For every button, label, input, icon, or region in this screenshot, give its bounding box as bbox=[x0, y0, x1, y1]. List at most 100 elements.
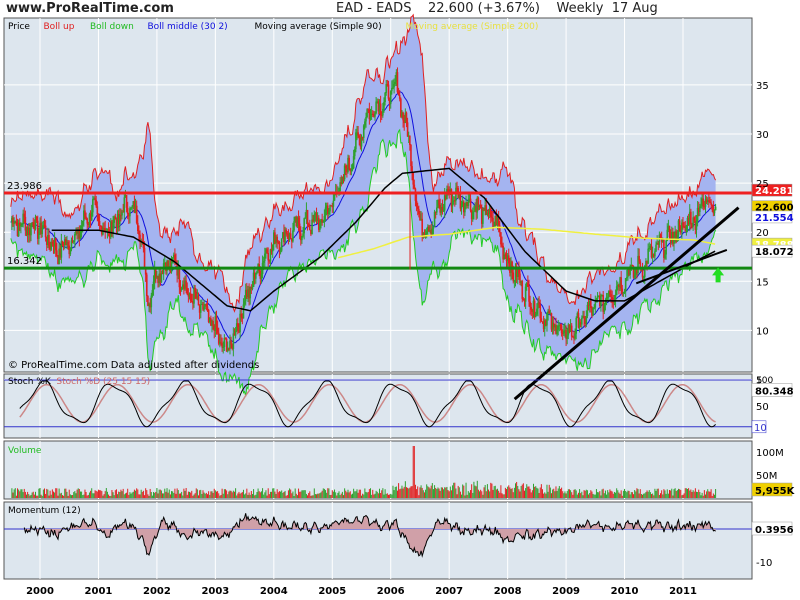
candle-body bbox=[138, 231, 140, 235]
candle-body bbox=[72, 240, 75, 243]
candle-body bbox=[150, 295, 153, 308]
candle-body bbox=[84, 210, 86, 217]
candle-body bbox=[199, 304, 202, 313]
candle-body bbox=[412, 173, 415, 185]
candle-body bbox=[441, 207, 444, 211]
candle-body bbox=[234, 330, 237, 336]
candle-body bbox=[473, 211, 475, 213]
candle-body bbox=[94, 198, 96, 200]
candle-body bbox=[357, 132, 359, 136]
candle-body bbox=[41, 227, 44, 235]
candle-body bbox=[129, 208, 131, 217]
candle-body bbox=[332, 200, 335, 207]
candle-body bbox=[500, 232, 502, 245]
candle-body bbox=[216, 328, 219, 333]
candle-body bbox=[392, 87, 394, 89]
candle-body bbox=[256, 271, 258, 273]
candle-body bbox=[436, 207, 438, 213]
candle-body bbox=[713, 210, 716, 214]
candle-body bbox=[112, 222, 114, 234]
candle-body bbox=[594, 302, 597, 308]
stoch-legend-item: Stoch %K bbox=[8, 377, 52, 387]
candle-body bbox=[358, 135, 361, 138]
candle-body bbox=[255, 272, 257, 279]
candle-body bbox=[425, 231, 428, 235]
candle-body bbox=[323, 215, 326, 222]
price-chart[interactable]: Price Boll up Boll down Boll middle (30 2) M… bbox=[0, 0, 800, 600]
volume-value-label: 5,955K bbox=[755, 486, 796, 497]
candle-body bbox=[98, 221, 101, 226]
candle-body bbox=[328, 211, 330, 215]
y-tick-label: 15 bbox=[756, 277, 769, 288]
candle-body bbox=[344, 165, 347, 168]
candle-body bbox=[251, 286, 254, 290]
candle-body bbox=[379, 103, 382, 116]
candle-body bbox=[575, 317, 578, 334]
candle-body bbox=[477, 197, 480, 206]
candle-body bbox=[220, 341, 222, 344]
price-legend-item: Boll middle (30 2) bbox=[148, 22, 228, 32]
candle-body bbox=[306, 209, 309, 224]
candle-body bbox=[223, 337, 226, 347]
candle-body bbox=[96, 206, 99, 214]
candle-body bbox=[197, 296, 200, 306]
candle-body bbox=[180, 287, 183, 290]
candle-body bbox=[95, 199, 98, 207]
candle-body bbox=[574, 333, 576, 339]
candle-body bbox=[614, 295, 617, 301]
candle-body bbox=[366, 109, 368, 118]
candle-body bbox=[125, 195, 128, 208]
candle-body bbox=[405, 112, 408, 123]
candle-body bbox=[469, 198, 472, 211]
candle-body bbox=[398, 95, 401, 99]
momentum-legend: Momentum (12) bbox=[8, 506, 81, 516]
candle-body bbox=[606, 296, 609, 298]
x-tick-label: 2001 bbox=[85, 586, 113, 597]
price-legend-item: Moving average (Simple 200) bbox=[406, 22, 539, 32]
candle-body bbox=[237, 323, 239, 328]
candle-body bbox=[92, 199, 94, 213]
candle-body bbox=[362, 125, 365, 138]
candle-body bbox=[433, 211, 436, 227]
candle-body bbox=[304, 217, 307, 219]
candle-body bbox=[546, 313, 548, 326]
candle-body bbox=[69, 249, 72, 255]
candle-body bbox=[534, 314, 537, 318]
candle-body bbox=[151, 289, 154, 296]
candle-body bbox=[44, 225, 47, 238]
candle-body bbox=[307, 223, 310, 226]
candle-body bbox=[351, 168, 354, 170]
candle-body bbox=[615, 286, 618, 296]
candle-body bbox=[702, 198, 705, 207]
candle-body bbox=[302, 233, 304, 237]
candle-body bbox=[442, 210, 445, 212]
candle-body bbox=[267, 252, 269, 261]
candle-body bbox=[99, 225, 102, 227]
x-tick-label: 2003 bbox=[201, 586, 229, 597]
candle-body bbox=[539, 304, 542, 319]
candle-body bbox=[560, 325, 563, 334]
candle-body bbox=[61, 241, 64, 245]
candle-body bbox=[18, 222, 21, 227]
candle-body bbox=[664, 254, 666, 258]
x-tick-label: 2000 bbox=[26, 586, 54, 597]
candle-body bbox=[393, 83, 395, 88]
candle-body bbox=[232, 333, 235, 349]
price-legend-item: Boll up bbox=[44, 22, 75, 32]
momentum-panel[interactable] bbox=[3, 501, 753, 580]
candle-body bbox=[528, 287, 530, 302]
stoch-tick: 50 bbox=[756, 402, 769, 413]
candle-body bbox=[389, 91, 392, 105]
candle-body bbox=[222, 346, 225, 348]
candle-body bbox=[80, 225, 83, 233]
candle-body bbox=[131, 206, 133, 208]
candle-body bbox=[262, 261, 265, 263]
candle-body bbox=[654, 251, 656, 257]
candle-body bbox=[460, 205, 463, 209]
candle-body bbox=[230, 340, 232, 345]
candle-body bbox=[271, 244, 274, 252]
candle-body bbox=[289, 233, 292, 239]
candle-body bbox=[638, 255, 640, 262]
candle-body bbox=[38, 233, 40, 239]
candle-body bbox=[194, 287, 196, 293]
